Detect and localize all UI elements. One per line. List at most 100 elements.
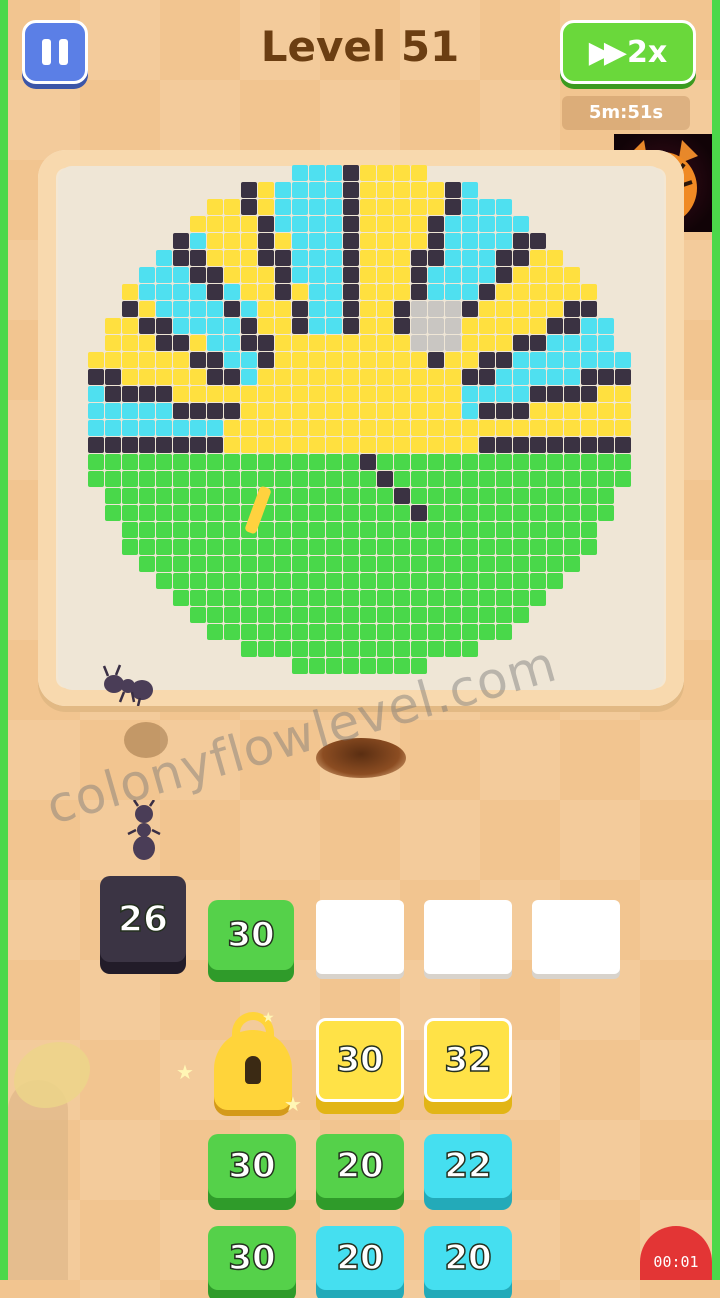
pixel-cell [360, 573, 376, 589]
pixel-cell [156, 352, 172, 368]
pixel-cell [411, 539, 427, 555]
pixel-cell [292, 267, 308, 283]
pixel-cell [292, 199, 308, 215]
pixel-cell [394, 590, 410, 606]
pixel-cell [343, 522, 359, 538]
pixel-cell [445, 335, 461, 351]
pixel-cell [275, 641, 291, 657]
pixel-cell [360, 607, 376, 623]
pixel-cell [428, 454, 444, 470]
pixel-cell [394, 607, 410, 623]
queue-tile-green-30[interactable]: 30 [208, 1134, 296, 1198]
pixel-cell [496, 573, 512, 589]
slot-empty-2[interactable] [424, 900, 512, 974]
pixel-cell [530, 522, 546, 538]
pixel-cell [207, 318, 223, 334]
pixel-cell [258, 369, 274, 385]
pixel-cell [190, 539, 206, 555]
slot-empty-3[interactable] [532, 900, 620, 974]
pixel-cell [377, 641, 393, 657]
pixel-cell [428, 352, 444, 368]
pixel-cell [326, 624, 342, 640]
pixel-cell [122, 505, 138, 521]
pixel-cell [156, 573, 172, 589]
pixel-cell [598, 471, 614, 487]
pixel-cell [207, 437, 223, 453]
pixel-cell [394, 522, 410, 538]
pixel-cell [292, 216, 308, 232]
pixel-cell [360, 165, 376, 181]
slot-tile-1[interactable]: 26 [100, 876, 186, 962]
pixel-cell [343, 335, 359, 351]
pixel-cell [496, 539, 512, 555]
pixel-cell [547, 386, 563, 402]
pixel-cell [394, 352, 410, 368]
pixel-cell [190, 488, 206, 504]
pixel-cell [394, 199, 410, 215]
pixel-cell [479, 301, 495, 317]
pixel-cell [394, 318, 410, 334]
pixel-cell [207, 573, 223, 589]
pixel-cell [564, 369, 580, 385]
pixel-cell [190, 573, 206, 589]
pixel-cell [479, 505, 495, 521]
pixel-cell [445, 607, 461, 623]
pixel-cell [156, 284, 172, 300]
pixel-cell [343, 658, 359, 674]
pixel-cell [530, 250, 546, 266]
pixel-cell [445, 590, 461, 606]
locked-tile[interactable] [214, 1030, 292, 1110]
pixel-cell [513, 454, 529, 470]
pixel-cell [496, 590, 512, 606]
pixel-cell [496, 471, 512, 487]
pixel-cell [156, 335, 172, 351]
pixel-cell [173, 437, 189, 453]
pixel-cell [581, 505, 597, 521]
pixel-cell [309, 233, 325, 249]
pixel-cell [462, 352, 478, 368]
pixel-cell [496, 216, 512, 232]
pixel-cell [394, 437, 410, 453]
pixel-cell [326, 590, 342, 606]
queue-tile-cyan-22[interactable]: 22 [424, 1134, 512, 1198]
pixel-cell [326, 369, 342, 385]
pixel-cell [445, 454, 461, 470]
pixel-cell [445, 505, 461, 521]
pixel-cell [190, 590, 206, 606]
slot-empty-1[interactable] [316, 900, 404, 974]
pixel-cell [462, 216, 478, 232]
queue-tile-yellow-30[interactable]: 30 [316, 1018, 404, 1102]
slot-tile-2[interactable]: 30 [208, 900, 294, 970]
queue-tile-cyan-20-b[interactable]: 20 [424, 1226, 512, 1290]
pixel-cell [139, 301, 155, 317]
pixel-cell [258, 624, 274, 640]
pixel-cell [139, 420, 155, 436]
pixel-cell [479, 284, 495, 300]
pixel-cell [547, 250, 563, 266]
pixel-cell [139, 471, 155, 487]
pixel-cell [275, 556, 291, 572]
queue-tile-cyan-20-a[interactable]: 20 [316, 1226, 404, 1290]
pixel-cell [360, 250, 376, 266]
pixel-cell [530, 573, 546, 589]
pixel-cell [411, 437, 427, 453]
pixel-cell [428, 386, 444, 402]
pixel-cell [326, 182, 342, 198]
pixel-cell [394, 233, 410, 249]
pixel-cell [207, 522, 223, 538]
pixel-cell [564, 488, 580, 504]
pixel-cell [105, 318, 121, 334]
pixel-cell [105, 403, 121, 419]
pixel-cell [139, 267, 155, 283]
pixel-cell [258, 556, 274, 572]
pixel-cell [581, 454, 597, 470]
pixel-cell [462, 573, 478, 589]
pixel-cell [309, 539, 325, 555]
pixel-cell [411, 624, 427, 640]
pixel-cell [428, 624, 444, 640]
pixel-cell [513, 233, 529, 249]
queue-tile-green-20[interactable]: 20 [316, 1134, 404, 1198]
pixel-cell [615, 454, 631, 470]
queue-tile-yellow-32[interactable]: 32 [424, 1018, 512, 1102]
queue-tile-green-30-row3[interactable]: 30 [208, 1226, 296, 1290]
